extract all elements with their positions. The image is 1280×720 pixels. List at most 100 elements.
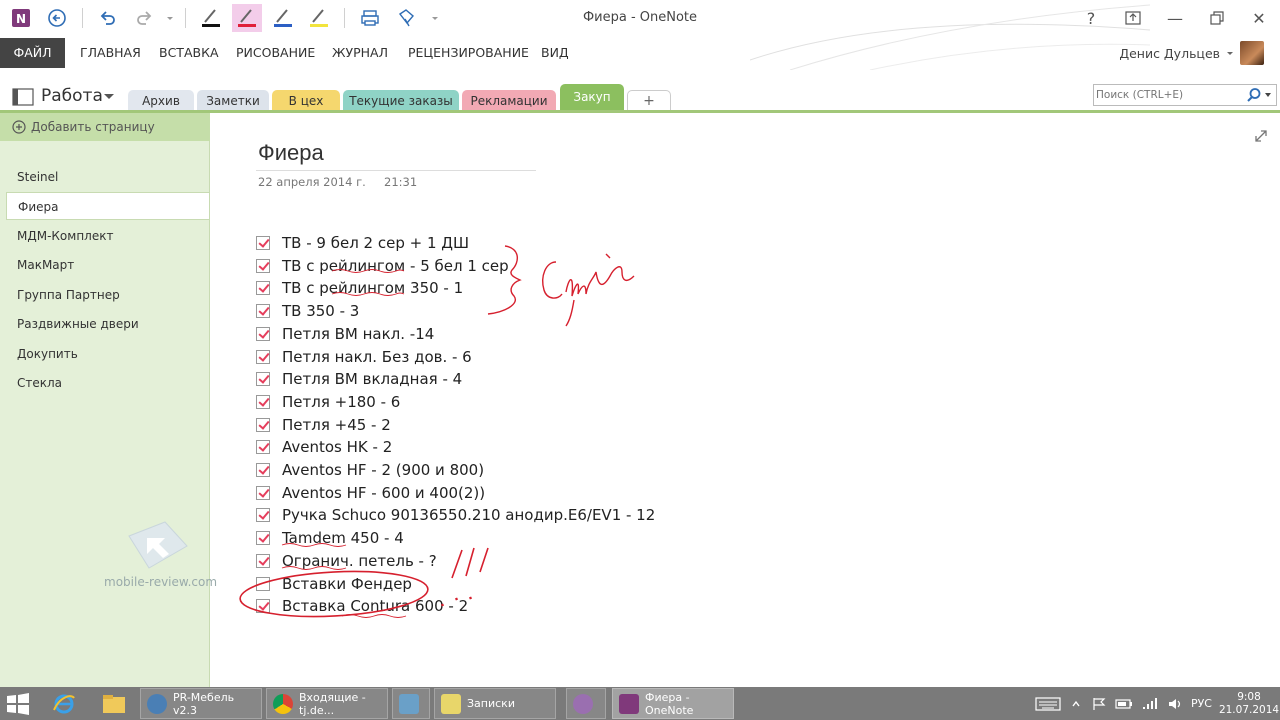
- checkbox-checked[interactable]: [256, 349, 270, 364]
- page-item-dokupit[interactable]: Докупить: [6, 340, 209, 368]
- todo-text[interactable]: ТВ с рейлингом 350 - 1: [282, 279, 463, 297]
- taskbar-item-sticky-notes[interactable]: Записки: [434, 688, 556, 719]
- todo-item[interactable]: Aventos HF - 2 (900 и 800): [256, 459, 484, 481]
- todo-item[interactable]: ТВ с рейлингом - 5 бел 1 сер: [256, 255, 509, 277]
- tab-home[interactable]: ГЛАВНАЯ: [80, 38, 141, 68]
- page-item-mdm[interactable]: МДМ-Комплект: [6, 222, 209, 250]
- taskbar-item-chrome[interactable]: Входящие - tj.de...: [266, 688, 388, 719]
- tab-review[interactable]: РЕЦЕНЗИРОВАНИЕ: [408, 38, 529, 68]
- section-tab-archive[interactable]: Архив: [128, 90, 194, 112]
- checkbox-unchecked[interactable]: [256, 576, 270, 591]
- section-tab-complaints[interactable]: Рекламации: [462, 90, 556, 112]
- todo-text[interactable]: ТВ - 9 бел 2 сер + 1 ДШ: [282, 234, 469, 252]
- todo-text[interactable]: Aventos HF - 2 (900 и 800): [282, 461, 484, 479]
- clock[interactable]: 9:08 21.07.2014: [1218, 691, 1280, 717]
- todo-text[interactable]: Вставки Фендер: [282, 575, 412, 593]
- checkbox-checked[interactable]: [256, 508, 270, 523]
- todo-text[interactable]: Петля ВМ накл. -14: [282, 325, 434, 343]
- todo-text[interactable]: Aventos HF - 600 и 400(2)): [282, 484, 485, 502]
- expand-icon[interactable]: [1254, 129, 1268, 143]
- todo-item[interactable]: Aventos HF - 600 и 400(2)): [256, 482, 485, 504]
- input-language[interactable]: РУС: [1191, 697, 1212, 710]
- tab-file[interactable]: ФАЙЛ: [0, 38, 65, 68]
- checkbox-checked[interactable]: [256, 372, 270, 387]
- todo-item[interactable]: ТВ - 9 бел 2 сер + 1 ДШ: [256, 232, 469, 254]
- checkbox-checked[interactable]: [256, 485, 270, 500]
- taskbar-item-snipping[interactable]: [566, 688, 606, 719]
- flag-icon[interactable]: [1091, 697, 1107, 711]
- battery-icon[interactable]: [1115, 697, 1133, 711]
- checkbox-checked[interactable]: [256, 281, 270, 296]
- taskbar-ie-icon[interactable]: [44, 689, 84, 719]
- todo-item[interactable]: Ручка Schuco 90136550.210 анодир.Е6/EV1 …: [256, 504, 655, 526]
- taskbar-item-pr-mebel[interactable]: PR-Мебель v2.3: [140, 688, 262, 719]
- todo-text[interactable]: Tamdem 450 - 4: [282, 529, 404, 547]
- todo-item[interactable]: Петля +45 - 2: [256, 414, 391, 436]
- todo-text[interactable]: Петля +180 - 6: [282, 393, 400, 411]
- add-section-button[interactable]: +: [627, 90, 671, 112]
- page-item-sliding-doors[interactable]: Раздвижные двери: [6, 310, 209, 338]
- todo-item[interactable]: Петля +180 - 6: [256, 391, 400, 413]
- taskbar-item-onenote[interactable]: Фиера - OneNote: [612, 688, 734, 719]
- tab-insert[interactable]: ВСТАВКА: [159, 38, 219, 68]
- tray-overflow-icon[interactable]: [1071, 699, 1081, 709]
- search-box[interactable]: [1093, 84, 1277, 106]
- minimize-button[interactable]: —: [1154, 0, 1196, 36]
- tab-history[interactable]: ЖУРНАЛ: [332, 38, 388, 68]
- tab-draw[interactable]: РИСОВАНИЕ: [236, 38, 315, 68]
- todo-text[interactable]: Aventos HK - 2: [282, 438, 392, 456]
- todo-text[interactable]: Ручка Schuco 90136550.210 анодир.Е6/EV1 …: [282, 506, 655, 524]
- volume-icon[interactable]: [1167, 697, 1183, 711]
- section-tab-current-orders[interactable]: Текущие заказы: [343, 90, 459, 112]
- keyboard-icon[interactable]: [1035, 696, 1061, 712]
- todo-text[interactable]: Петля +45 - 2: [282, 416, 391, 434]
- checkbox-checked[interactable]: [256, 440, 270, 455]
- todo-item[interactable]: Петля накл. Без дов. - 6: [256, 346, 472, 368]
- checkbox-checked[interactable]: [256, 463, 270, 477]
- tab-view[interactable]: ВИД: [541, 38, 569, 68]
- page-item-makmart[interactable]: МакМарт: [6, 251, 209, 279]
- page-item-steinel[interactable]: Steinel: [6, 163, 209, 191]
- todo-text[interactable]: Вставка Contura 600 - 2: [282, 597, 468, 615]
- ribbon-display-options-icon[interactable]: [1112, 0, 1154, 36]
- todo-item[interactable]: Петля ВМ накл. -14: [256, 323, 434, 345]
- page-title[interactable]: Фиера: [258, 140, 324, 166]
- page-item-fiera[interactable]: Фиера: [6, 192, 209, 220]
- search-input[interactable]: [1096, 86, 1242, 104]
- section-tab-notes[interactable]: Заметки: [197, 90, 269, 112]
- taskbar-explorer-icon[interactable]: [94, 689, 134, 719]
- todo-item[interactable]: ТВ с рейлингом 350 - 1: [256, 277, 463, 299]
- restore-icon[interactable]: [1196, 0, 1238, 36]
- taskbar-item-calculator[interactable]: [392, 688, 430, 719]
- page-item-glass[interactable]: Стекла: [6, 369, 209, 397]
- todo-text[interactable]: Огранич. петель - ?: [282, 552, 437, 570]
- windows-start-icon[interactable]: [6, 693, 30, 715]
- todo-item[interactable]: ТВ 350 - 3: [256, 300, 359, 322]
- todo-text[interactable]: ТВ 350 - 3: [282, 302, 359, 320]
- checkbox-checked[interactable]: [256, 304, 270, 319]
- add-page-button[interactable]: Добавить страницу: [0, 113, 210, 141]
- checkbox-checked[interactable]: [256, 236, 270, 250]
- todo-item[interactable]: Вставка Contura 600 - 2: [256, 595, 468, 617]
- section-tab-v-tseh[interactable]: В цех: [272, 90, 340, 112]
- todo-item[interactable]: Aventos HK - 2: [256, 436, 392, 458]
- checkbox-checked[interactable]: [256, 258, 270, 273]
- page-item-partner[interactable]: Группа Партнер: [6, 281, 209, 309]
- search-scope-dropdown-icon[interactable]: [1265, 93, 1271, 97]
- user-account[interactable]: Денис Дульцев: [1119, 38, 1264, 68]
- checkbox-checked[interactable]: [256, 531, 270, 546]
- close-button[interactable]: ✕: [1238, 0, 1280, 36]
- todo-item[interactable]: Вставки Фендер: [256, 573, 412, 595]
- todo-text[interactable]: ТВ с рейлингом - 5 бел 1 сер: [282, 257, 509, 275]
- help-button[interactable]: ?: [1070, 0, 1112, 36]
- checkbox-checked[interactable]: [256, 417, 270, 432]
- checkbox-checked[interactable]: [256, 599, 270, 614]
- todo-text[interactable]: Петля накл. Без дов. - 6: [282, 348, 472, 366]
- notebook-name[interactable]: Работа: [41, 86, 103, 106]
- notebook-icon[interactable]: [12, 88, 34, 106]
- signal-icon[interactable]: [1141, 697, 1159, 711]
- checkbox-checked[interactable]: [256, 553, 270, 568]
- todo-item[interactable]: Tamdem 450 - 4: [256, 527, 404, 549]
- todo-item[interactable]: Огранич. петель - ?: [256, 550, 437, 572]
- todo-text[interactable]: Петля ВМ вкладная - 4: [282, 370, 462, 388]
